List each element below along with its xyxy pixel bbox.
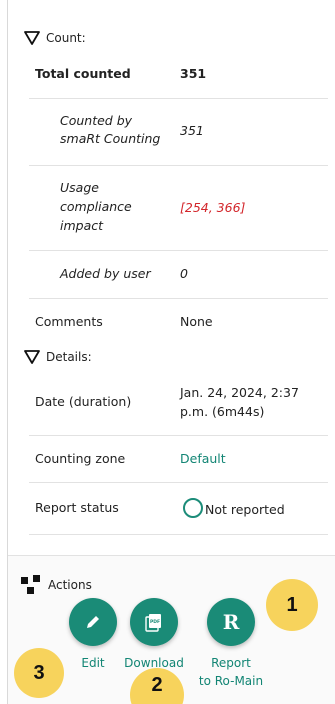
counting-zone-label: Counting zone <box>35 451 126 466</box>
divider <box>29 250 328 251</box>
counted-by-label-line1: Counted by <box>60 113 133 128</box>
annotation-badge-3: 3 <box>14 648 64 698</box>
total-counted-label: Total counted <box>35 66 131 81</box>
details-section-header[interactable]: Details: <box>24 350 92 364</box>
comments-row: Comments None <box>8 314 328 338</box>
divider <box>29 165 328 166</box>
report-label-line1[interactable]: Report <box>193 654 269 672</box>
usage-compliance-value: [254, 366] <box>180 200 246 215</box>
edit-button[interactable] <box>69 598 117 646</box>
usage-compliance-row: Usage compliance impact [254, 366] <box>8 180 328 240</box>
added-by-user-value: 0 <box>180 266 188 281</box>
report-status-value: Not reported <box>205 502 285 517</box>
divider <box>29 435 328 436</box>
divider <box>29 298 328 299</box>
date-value-line1: Jan. 24, 2024, 2:37 <box>180 385 299 400</box>
counted-by-row: Counted by smaRt Counting 351 <box>8 113 328 163</box>
actions-title: Actions <box>48 578 92 592</box>
counting-zone-row: Counting zone Default <box>8 451 328 475</box>
count-section-title: Count: <box>46 31 86 45</box>
empty-circle-icon <box>183 498 203 518</box>
pencil-icon <box>87 616 99 628</box>
actions-cross-icon <box>21 575 40 594</box>
count-section-header[interactable]: Count: <box>24 31 86 45</box>
total-counted-row: Total counted 351 <box>8 66 328 102</box>
usage-label-line2: compliance <box>60 199 132 214</box>
report-status-label: Report status <box>35 500 119 515</box>
details-section-title: Details: <box>46 350 92 364</box>
divider <box>8 555 335 556</box>
usage-label-line3: impact <box>60 218 104 233</box>
date-duration-row: Date (duration) Jan. 24, 2024, 2:37 p.m.… <box>8 385 328 429</box>
edit-label[interactable]: Edit <box>69 654 117 672</box>
report-details-panel: Count: Total counted 351 Counted by smaR… <box>7 0 335 704</box>
actions-header: Actions <box>20 574 92 596</box>
report-status-row: Report status Not reported <box>8 497 328 525</box>
date-value-line2: p.m. (6m44s) <box>180 404 265 419</box>
divider <box>29 534 328 535</box>
counted-by-label-line2: smaRt Counting <box>60 131 161 146</box>
total-counted-value: 351 <box>180 66 207 81</box>
svg-text:PDF: PDF <box>150 619 160 625</box>
pdf-icon: PDF <box>145 614 161 632</box>
svg-text:R: R <box>223 610 240 634</box>
ro-main-r-icon: R <box>223 610 240 634</box>
counting-zone-link[interactable]: Default <box>180 451 226 466</box>
added-by-user-label: Added by user <box>60 266 151 281</box>
triangle-down-icon[interactable] <box>24 350 40 364</box>
report-to-ro-main-button[interactable]: R <box>207 598 255 646</box>
report-label-line2[interactable]: to Ro-Main <box>188 672 274 690</box>
date-duration-label: Date (duration) <box>35 394 132 409</box>
annotation-badge-1: 1 <box>266 579 318 631</box>
usage-label-line1: Usage <box>60 180 99 195</box>
comments-value: None <box>180 314 213 329</box>
counted-by-value: 351 <box>180 123 204 138</box>
divider <box>29 98 328 99</box>
divider <box>29 482 328 483</box>
added-by-user-row: Added by user 0 <box>8 266 328 290</box>
triangle-down-icon[interactable] <box>24 31 40 45</box>
comments-label: Comments <box>35 314 103 329</box>
download-button[interactable]: PDF <box>130 598 178 646</box>
